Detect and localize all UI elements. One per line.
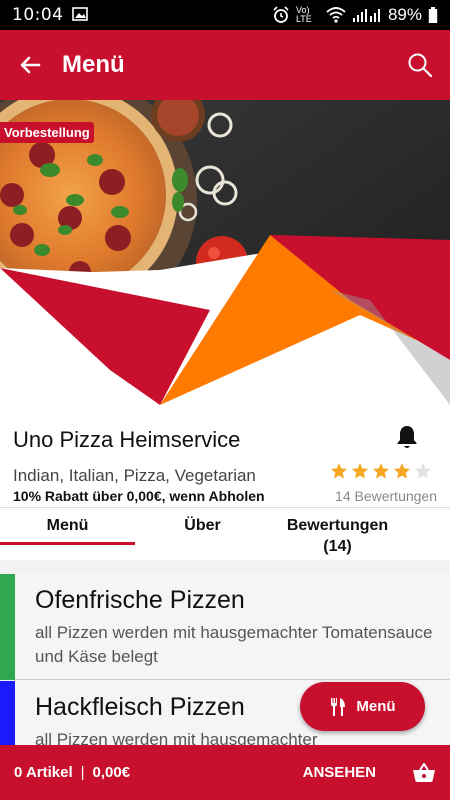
page-title: Menü: [62, 51, 125, 78]
tab-label: Menü: [46, 517, 89, 534]
view-cart-button[interactable]: ANSEHEN: [303, 764, 376, 781]
cart-total: 0,00€: [92, 764, 131, 781]
reviews-count: 14 Bewertungen: [335, 488, 437, 504]
battery-icon: [428, 6, 438, 24]
signal-icon: [352, 7, 382, 23]
star-icon: [393, 463, 411, 479]
discount-text: 10% Rabatt über 0,00€, wenn Abholen: [13, 488, 265, 504]
category-title: Ofenfrische Pizzen: [35, 586, 245, 614]
tab-label: Bewertungen (14): [286, 517, 389, 555]
category-description: all Pizzen werden mit hausgemachter Toma…: [35, 623, 433, 666]
restaurant-name: Uno Pizza Heimservice: [13, 427, 241, 452]
gallery-icon: [71, 5, 88, 26]
notification-bell-button[interactable]: [395, 424, 419, 455]
category-item[interactable]: Ofenfrische Pizzen all Pizzen werden mit…: [15, 574, 450, 680]
tab-bar: Menü Über Bewertungen (14): [0, 507, 450, 560]
pizza-banner-image: [0, 100, 450, 405]
basket-icon: [413, 762, 435, 782]
tab-about[interactable]: Über: [135, 508, 270, 561]
tab-label: Über: [184, 517, 221, 534]
preorder-badge: Vorbestellung: [0, 122, 94, 143]
arrow-left-icon: [20, 56, 41, 74]
restaurant-banner: Vorbestellung: [0, 100, 450, 405]
category-color-stripe: [0, 574, 15, 680]
category-title: Hackfleisch Pizzen: [35, 693, 245, 721]
cart-button[interactable]: [412, 762, 436, 783]
star-rating: [330, 462, 432, 480]
category-color-stripe: [0, 681, 15, 745]
menu-fab-button[interactable]: Menü: [300, 682, 425, 731]
cutlery-icon: [331, 697, 346, 716]
star-empty-icon: [414, 463, 432, 479]
bell-icon: [397, 426, 417, 448]
wifi-icon: [326, 7, 346, 23]
active-tab-indicator: [0, 542, 135, 545]
volte-label: Vo) LTE: [295, 5, 312, 24]
fab-label: Menü: [356, 698, 396, 715]
cart-item-count: 0 Artikel: [14, 764, 73, 781]
star-icon: [372, 463, 390, 479]
tab-reviews[interactable]: Bewertungen (14): [270, 508, 405, 561]
star-icon: [330, 463, 348, 479]
cuisine-list: Indian, Italian, Pizza, Vegetarian: [13, 466, 256, 485]
status-bar: 10:04 Vo) LTE 89%: [0, 0, 450, 30]
cart-bar: 0 Artikel | 0,00€ ANSEHEN: [0, 745, 450, 800]
cart-separator: |: [80, 764, 85, 781]
battery-percent: 89%: [387, 5, 422, 24]
alarm-icon: [272, 6, 290, 24]
star-icon: [351, 463, 369, 479]
search-button[interactable]: [390, 30, 450, 100]
search-icon: [408, 53, 433, 78]
tab-menu[interactable]: Menü: [0, 508, 135, 561]
back-button[interactable]: [0, 30, 60, 100]
app-bar: Menü: [0, 30, 450, 100]
status-time: 10:04: [12, 5, 64, 25]
